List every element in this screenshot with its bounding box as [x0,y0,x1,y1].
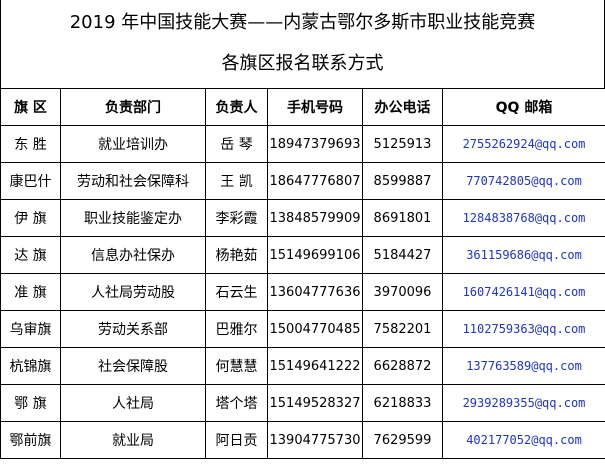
cell-mobile: 13604777636 [267,273,363,311]
cell-mobile: 18647776807 [267,162,363,200]
cell-department: 劳动关系部 [60,310,206,348]
cell-email-link[interactable]: 770742805@qq.com [442,162,605,200]
page-subtitle: 各旗区报名联系方式 [221,53,384,74]
table-row: 康巴什 劳动和社会保障科 王 凯 18647776807 8599887 770… [0,162,605,200]
cell-person: 王 凯 [205,162,268,200]
cell-mobile: 15149699106 [267,236,363,274]
cell-mobile: 18947379693 [267,125,363,163]
cell-office-phone: 8691801 [362,199,443,237]
cell-mobile: 13848579909 [267,199,363,237]
header-district: 旗 区 [0,88,61,126]
cell-department: 职业技能鉴定办 [60,199,206,237]
cell-district: 康巴什 [0,162,61,200]
table-row: 准 旗 人社局劳动股 石云生 13604777636 3970096 16074… [0,273,605,311]
cell-office-phone: 5125913 [362,125,443,163]
cell-person: 阿日贡 [205,421,268,459]
cell-office-phone: 7582201 [362,310,443,348]
cell-email-link[interactable]: 1284838768@qq.com [442,199,605,237]
table-header-row: 旗 区 负责部门 负责人 手机号码 办公电话 QQ 邮箱 [0,88,605,126]
cell-email-link[interactable]: 2755262924@qq.com [442,125,605,163]
cell-department: 社会保障股 [60,347,206,385]
header-person: 负责人 [205,88,268,126]
cell-person: 李彩霞 [205,199,268,237]
cell-office-phone: 8599887 [362,162,443,200]
cell-office-phone: 7629599 [362,421,443,459]
contacts-table: 旗 区 负责部门 负责人 手机号码 办公电话 QQ 邮箱 东 胜 就业培训办 岳… [0,88,605,459]
cell-department: 就业局 [60,421,206,459]
table-row: 杭锦旗 社会保障股 何慧慧 15149641222 6628872 137763… [0,347,605,385]
cell-email-link[interactable]: 2939289355@qq.com [442,384,605,422]
cell-mobile: 15149641222 [267,347,363,385]
cell-district: 乌审旗 [0,310,61,348]
cell-department: 劳动和社会保障科 [60,162,206,200]
table-row: 鄂 旗 人社局 塔个塔 15149528327 6218833 29392893… [0,384,605,422]
cell-email-link[interactable]: 1607426141@qq.com [442,273,605,311]
cell-office-phone: 6628872 [362,347,443,385]
cell-person: 杨艳茹 [205,236,268,274]
cell-person: 岳 琴 [205,125,268,163]
cell-person: 石云生 [205,273,268,311]
header-department: 负责部门 [60,88,206,126]
cell-district: 鄂 旗 [0,384,61,422]
cell-email-link[interactable]: 1102759363@qq.com [442,310,605,348]
cell-office-phone: 5184427 [362,236,443,274]
cell-mobile: 15004770485 [267,310,363,348]
cell-district: 达 旗 [0,236,61,274]
cell-person: 何慧慧 [205,347,268,385]
cell-district: 鄂前旗 [0,421,61,459]
cell-department: 就业培训办 [60,125,206,163]
cell-district: 杭锦旗 [0,347,61,385]
header-office-phone: 办公电话 [362,88,443,126]
table-row: 乌审旗 劳动关系部 巴雅尔 15004770485 7582201 110275… [0,310,605,348]
cell-office-phone: 3970096 [362,273,443,311]
cell-district: 准 旗 [0,273,61,311]
cell-department: 信息办社保办 [60,236,206,274]
header-mobile: 手机号码 [267,88,363,126]
title-block: 2019 年中国技能大赛——内蒙古鄂尔多斯市职业技能竞赛 各旗区报名联系方式 [0,0,605,88]
table-row: 鄂前旗 就业局 阿日贡 13904775730 7629599 40217705… [0,421,605,459]
cell-district: 东 胜 [0,125,61,163]
document-sheet: 2019 年中国技能大赛——内蒙古鄂尔多斯市职业技能竞赛 各旗区报名联系方式 旗… [0,0,605,475]
cell-mobile: 15149528327 [267,384,363,422]
cell-district: 伊 旗 [0,199,61,237]
cell-person: 巴雅尔 [205,310,268,348]
table-row: 达 旗 信息办社保办 杨艳茹 15149699106 5184427 36115… [0,236,605,274]
cell-mobile: 13904775730 [267,421,363,459]
table-row: 东 胜 就业培训办 岳 琴 18947379693 5125913 275526… [0,125,605,163]
table-row: 伊 旗 职业技能鉴定办 李彩霞 13848579909 8691801 1284… [0,199,605,237]
header-qq-email: QQ 邮箱 [442,88,605,126]
cell-person: 塔个塔 [205,384,268,422]
cell-email-link[interactable]: 402177052@qq.com [442,421,605,459]
cell-department: 人社局劳动股 [60,273,206,311]
cell-office-phone: 6218833 [362,384,443,422]
page-title: 2019 年中国技能大赛——内蒙古鄂尔多斯市职业技能竞赛 [69,12,536,33]
cell-department: 人社局 [60,384,206,422]
cell-email-link[interactable]: 361159686@qq.com [442,236,605,274]
cell-email-link[interactable]: 137763589@qq.com [442,347,605,385]
